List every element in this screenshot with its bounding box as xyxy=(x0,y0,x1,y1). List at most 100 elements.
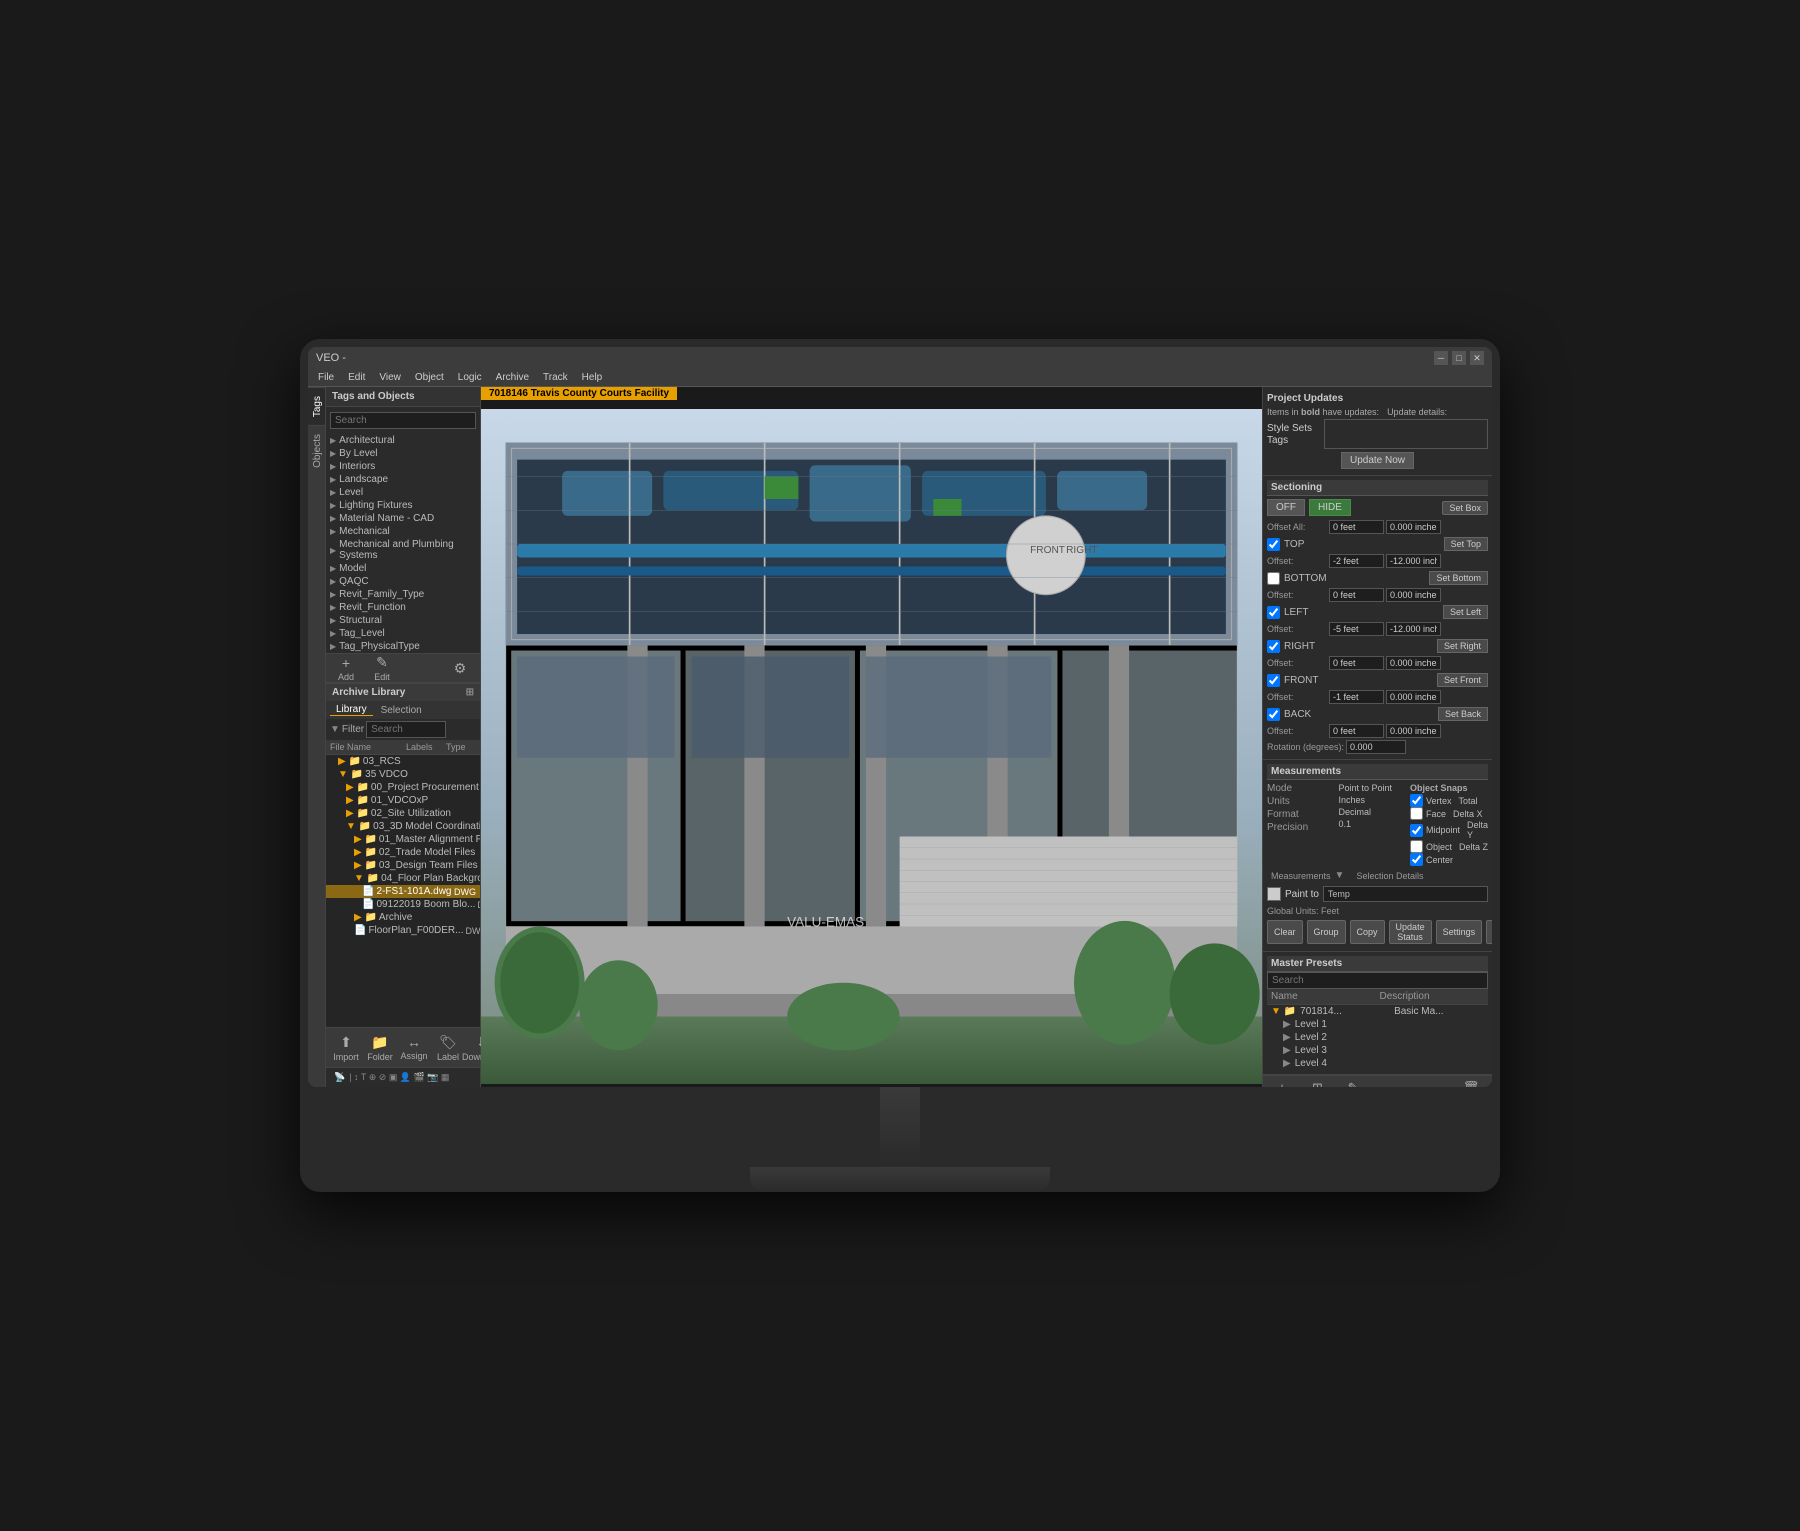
right-inches-input[interactable] xyxy=(1386,656,1441,670)
set-right-button[interactable]: Set Right xyxy=(1437,639,1488,653)
file-item-vdcoxp[interactable]: ▶ 📁 01_VDCOxP xyxy=(326,794,480,807)
top-inches-input[interactable] xyxy=(1386,554,1441,568)
front-inches-input[interactable] xyxy=(1386,690,1441,704)
left-checkbox[interactable] xyxy=(1267,606,1280,619)
rotation-input[interactable] xyxy=(1346,740,1406,754)
file-item-trademodel[interactable]: ▶ 📁 02_Trade Model Files xyxy=(326,846,480,859)
close-button[interactable]: ✕ xyxy=(1470,351,1484,365)
tree-item-mechanical[interactable]: ▶Mechanical xyxy=(326,525,480,538)
file-item-vdco[interactable]: ▼ 📁 35 VDCO xyxy=(326,768,480,781)
top-feet-input[interactable] xyxy=(1329,554,1384,568)
settings-button[interactable]: Settings xyxy=(1436,920,1483,944)
right-feet-input[interactable] xyxy=(1329,656,1384,670)
tree-item-tag-physical[interactable]: ▶Tag_PhysicalType xyxy=(326,640,480,653)
tree-item-structural[interactable]: ▶Structural xyxy=(326,614,480,627)
file-item-floorplan[interactable]: ▼ 📁 04_Floor Plan Backgrou... xyxy=(326,872,480,885)
viewport[interactable]: 7018146 Travis County Courts Facility xyxy=(481,387,1262,1087)
file-item-archive[interactable]: ▶ 📁 Archive xyxy=(326,911,480,924)
back-inches-input[interactable] xyxy=(1386,724,1441,738)
menu-view[interactable]: View xyxy=(373,369,407,386)
set-left-button[interactable]: Set Left xyxy=(1443,605,1488,619)
menu-help[interactable]: Help xyxy=(576,369,609,386)
tree-item-landscape[interactable]: ▶Landscape xyxy=(326,473,480,486)
tab-selection[interactable]: Selection xyxy=(375,705,428,716)
menu-track[interactable]: Track xyxy=(537,369,574,386)
tree-item-lighting[interactable]: ▶Lighting Fixtures xyxy=(326,499,480,512)
file-item-rcs[interactable]: ▶ 📁 03_RCS xyxy=(326,755,480,768)
tree-item-revit-function[interactable]: ▶Revit_Function xyxy=(326,601,480,614)
tree-item-bylevel[interactable]: ▶By Level xyxy=(326,447,480,460)
set-top-button[interactable]: Set Top xyxy=(1444,537,1488,551)
color-swatch[interactable] xyxy=(1267,887,1281,901)
tab-objects[interactable]: Objects xyxy=(308,425,325,476)
menu-object[interactable]: Object xyxy=(409,369,450,386)
bottom-checkbox[interactable] xyxy=(1267,572,1280,585)
assign-button[interactable]: ↔ Assign xyxy=(400,1032,428,1063)
tags-search-input[interactable] xyxy=(330,412,476,429)
right-checkbox[interactable] xyxy=(1267,640,1280,653)
edit-preset-button[interactable]: ✎ Edit xyxy=(1338,1078,1368,1088)
label-button[interactable]: 🏷 Label xyxy=(434,1032,462,1064)
tab-library[interactable]: Library xyxy=(330,704,373,716)
tab-tags[interactable]: Tags xyxy=(308,387,325,425)
group-preset-button[interactable]: ⊞ Group xyxy=(1301,1078,1334,1088)
bottom-inches-input[interactable] xyxy=(1386,588,1441,602)
clear-button[interactable]: Clear xyxy=(1267,920,1303,944)
maximize-button[interactable]: □ xyxy=(1452,351,1466,365)
midpoint-snap[interactable] xyxy=(1410,824,1423,837)
import-button[interactable]: ⬆ Import xyxy=(332,1032,360,1064)
file-item-floorplan2[interactable]: 📄 FloorPlan_F00DER... DWG xyxy=(326,924,480,937)
center-snap[interactable] xyxy=(1410,853,1423,866)
menu-file[interactable]: File xyxy=(312,369,340,386)
file-item-boom[interactable]: 📄 09122019 Boom Blo... DWG xyxy=(326,898,480,911)
file-item-3dcoord[interactable]: ▼ 📁 03_3D Model Coordination xyxy=(326,820,480,833)
tree-item-tag-level[interactable]: ▶Tag_Level xyxy=(326,627,480,640)
hide-button[interactable]: HIDE xyxy=(1309,499,1351,516)
top-checkbox[interactable] xyxy=(1267,538,1280,551)
add-preset-button[interactable]: + Add xyxy=(1267,1078,1297,1087)
menu-archive[interactable]: Archive xyxy=(490,369,535,386)
back-feet-input[interactable] xyxy=(1329,724,1384,738)
delete-preset-button[interactable]: 🗑 Delete xyxy=(1454,1078,1488,1088)
preset-item-701814[interactable]: ▼ 📁 701814... Basic Ma... xyxy=(1267,1005,1488,1018)
file-item-designteam[interactable]: ▶ 📁 03_Design Team Files xyxy=(326,859,480,872)
add-button[interactable]: + Add xyxy=(332,653,360,684)
set-back-button[interactable]: Set Back xyxy=(1438,707,1488,721)
preset-search-input[interactable] xyxy=(1267,972,1488,989)
tree-item-interiors[interactable]: ▶Interiors xyxy=(326,460,480,473)
offset-all-inches-input[interactable] xyxy=(1386,520,1441,534)
front-checkbox[interactable] xyxy=(1267,674,1280,687)
back-checkbox[interactable] xyxy=(1267,708,1280,721)
menu-logic[interactable]: Logic xyxy=(452,369,488,386)
tree-item-model[interactable]: ▶Model xyxy=(326,562,480,575)
minimize-button[interactable]: ─ xyxy=(1434,351,1448,365)
tree-item-material[interactable]: ▶Material Name - CAD xyxy=(326,512,480,525)
off-button[interactable]: OFF xyxy=(1267,499,1305,516)
file-item-siteutilization[interactable]: ▶ 📁 02_Site Utilization xyxy=(326,807,480,820)
folder-button[interactable]: 📁 Folder xyxy=(366,1032,394,1064)
set-bottom-button[interactable]: Set Bottom xyxy=(1429,571,1488,585)
face-snap[interactable] xyxy=(1410,807,1423,820)
tree-item-revit-family[interactable]: ▶Revit_Family_Type xyxy=(326,588,480,601)
set-box-button[interactable]: Set Box xyxy=(1442,501,1488,515)
file-item-dwg1[interactable]: 📄 2-FS1-101A.dwg DWG xyxy=(326,885,480,898)
file-item-procurement[interactable]: ▶ 📁 00_Project Procurement xyxy=(326,781,480,794)
offset-all-feet-input[interactable] xyxy=(1329,520,1384,534)
preset-item-level3[interactable]: ▶ Level 3 xyxy=(1267,1044,1488,1057)
file-item-masteralign[interactable]: ▶ 📁 01_Master Alignment F... xyxy=(326,833,480,846)
update-status-button[interactable]: Update Status xyxy=(1389,920,1432,944)
preset-item-level1[interactable]: ▶ Level 1 xyxy=(1267,1018,1488,1031)
tree-item-qaqc[interactable]: ▶QAQC xyxy=(326,575,480,588)
set-front-button[interactable]: Set Front xyxy=(1437,673,1488,687)
tree-item-level[interactable]: ▶Level xyxy=(326,486,480,499)
update-now-button[interactable]: Update Now xyxy=(1341,452,1414,469)
settings-button-left[interactable]: ⚙ xyxy=(446,658,474,679)
vertex-snap[interactable] xyxy=(1410,794,1423,807)
menu-edit[interactable]: Edit xyxy=(342,369,371,386)
preset-item-level4[interactable]: ▶ Level 4 xyxy=(1267,1057,1488,1070)
left-inches-input[interactable] xyxy=(1386,622,1441,636)
group-button[interactable]: Group xyxy=(1307,920,1346,944)
delete-right-button[interactable]: Delete xyxy=(1486,920,1492,944)
copy-button[interactable]: Copy xyxy=(1350,920,1385,944)
tree-item-mech-plumb[interactable]: ▶Mechanical and Plumbing Systems xyxy=(326,538,480,562)
